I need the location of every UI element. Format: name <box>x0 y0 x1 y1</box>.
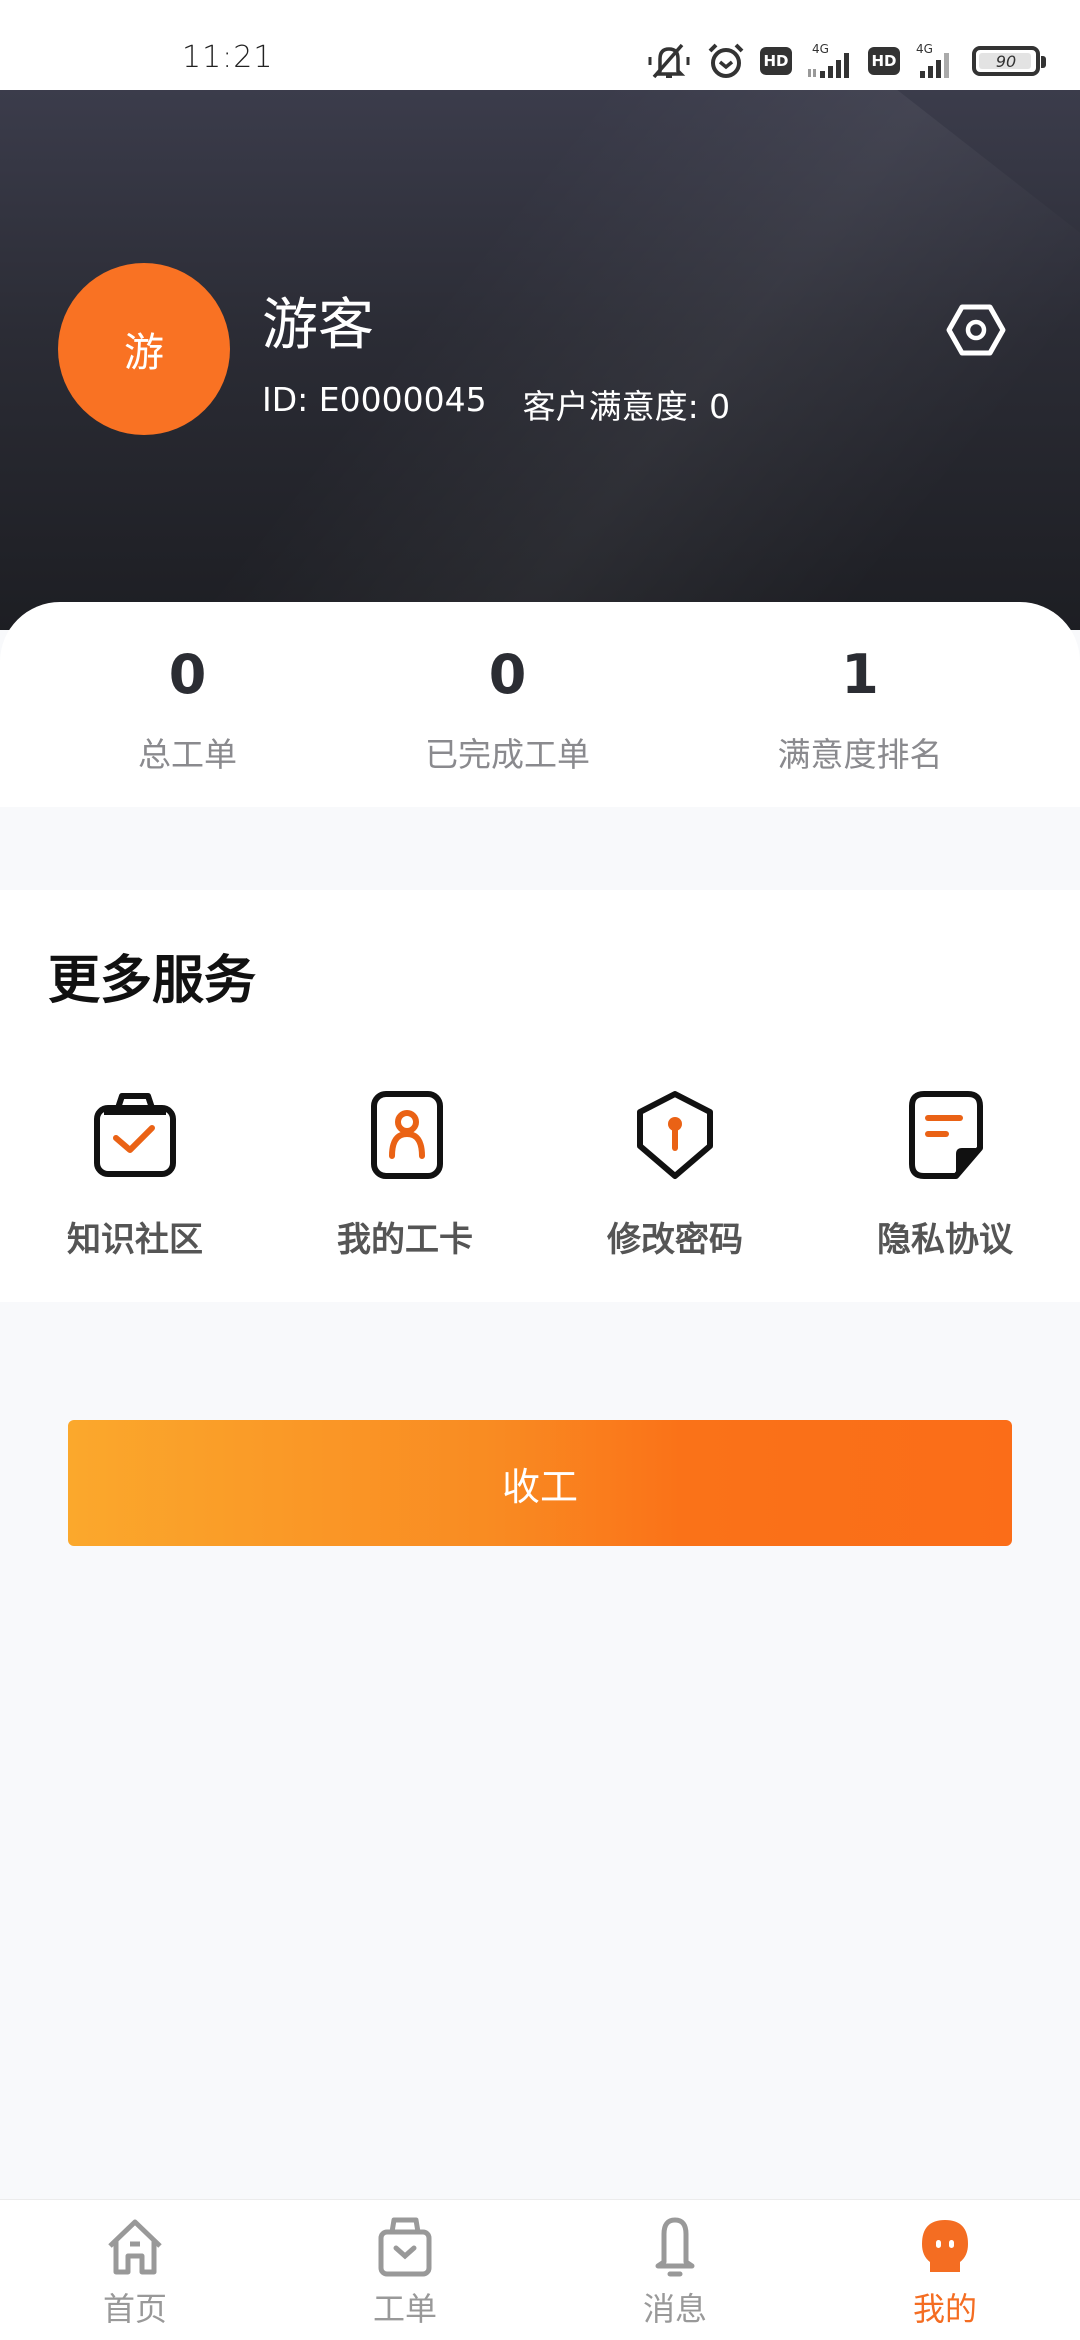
stat-value: 0 <box>488 643 527 706</box>
signal-4g-icon: 4G <box>806 41 854 81</box>
tab-label: 我的 <box>912 2290 977 2328</box>
home-icon <box>108 2219 162 2275</box>
id-card-icon <box>371 1091 443 1179</box>
service-privacy-policy[interactable]: 隐私协议 <box>810 1090 1080 1261</box>
customer-satisfaction: 客户满意度: 0 <box>522 387 731 426</box>
work-order-icon <box>378 2217 432 2277</box>
status-time: 11:21 <box>182 40 274 75</box>
stat-label: 满意度排名 <box>777 735 943 774</box>
battery-level: 90 <box>995 51 1017 71</box>
tab-label: 工单 <box>372 2290 437 2328</box>
stat-total-orders[interactable]: 0 总工单 <box>0 602 375 807</box>
signal-4g-icon: 4G <box>914 41 958 81</box>
profile-header: 游 游客 ID: E0000045 客户满意度: 0 <box>0 90 1080 630</box>
service-my-work-card[interactable]: 我的工卡 <box>270 1090 540 1261</box>
service-label: 知识社区 <box>67 1220 203 1260</box>
user-id: ID: E0000045 <box>262 380 487 419</box>
shield-key-icon <box>637 1091 713 1179</box>
svg-text:4G: 4G <box>812 42 829 56</box>
user-name: 游客 <box>262 293 374 358</box>
more-services-section: 更多服务 知识社区 我的工卡 修改密码 隐私协议 <box>0 890 1080 1302</box>
stat-label: 已完成工单 <box>425 735 590 774</box>
user-meta: ID: E0000045 客户满意度: 0 <box>262 380 730 428</box>
settings-button[interactable] <box>944 298 1008 362</box>
tab-label: 首页 <box>102 2290 167 2328</box>
bottom-tab-bar: 首页 工单 消息 我的 <box>0 2199 1080 2340</box>
services-grid: 知识社区 我的工卡 修改密码 隐私协议 <box>0 1090 1080 1261</box>
bell-icon <box>655 2217 695 2277</box>
settings-hex-icon <box>946 304 1006 356</box>
profile-icon <box>922 2220 968 2272</box>
document-icon <box>909 1091 983 1179</box>
stat-value: 0 <box>168 643 207 706</box>
hd-icon: HD <box>760 47 792 75</box>
stats-card: 0 总工单 0 已完成工单 1 满意度排名 <box>0 602 1080 807</box>
battery-icon: 90 <box>972 46 1046 76</box>
tab-messages[interactable]: 消息 <box>540 2200 810 2340</box>
status-icons: HD 4G HD 4G 90 <box>646 40 1046 82</box>
service-label: 隐私协议 <box>877 1220 1013 1260</box>
section-title: 更多服务 <box>48 951 257 1011</box>
stat-value: 1 <box>841 643 879 706</box>
service-label: 我的工卡 <box>337 1220 473 1260</box>
service-change-password[interactable]: 修改密码 <box>540 1090 810 1261</box>
clipboard-check-icon <box>94 1093 176 1177</box>
avatar[interactable]: 游 <box>58 263 230 435</box>
alarm-icon <box>706 41 746 81</box>
service-knowledge-community[interactable]: 知识社区 <box>0 1090 270 1261</box>
svg-text:4G: 4G <box>916 42 933 56</box>
stat-satisfaction-rank[interactable]: 1 满意度排名 <box>640 602 1080 807</box>
stat-completed-orders[interactable]: 0 已完成工单 <box>375 602 640 807</box>
tab-label: 消息 <box>642 2290 707 2328</box>
clock-out-button[interactable]: 收工 <box>68 1420 1012 1546</box>
tab-work-orders[interactable]: 工单 <box>270 2200 540 2340</box>
status-bar: 11:21 HD 4G HD 4G 90 <box>0 0 1080 90</box>
vibrate-mute-icon <box>646 41 692 81</box>
tab-mine[interactable]: 我的 <box>810 2200 1080 2340</box>
stat-label: 总工单 <box>138 735 237 774</box>
tab-home[interactable]: 首页 <box>0 2200 270 2340</box>
hd-icon: HD <box>868 47 900 75</box>
service-label: 修改密码 <box>607 1220 743 1260</box>
